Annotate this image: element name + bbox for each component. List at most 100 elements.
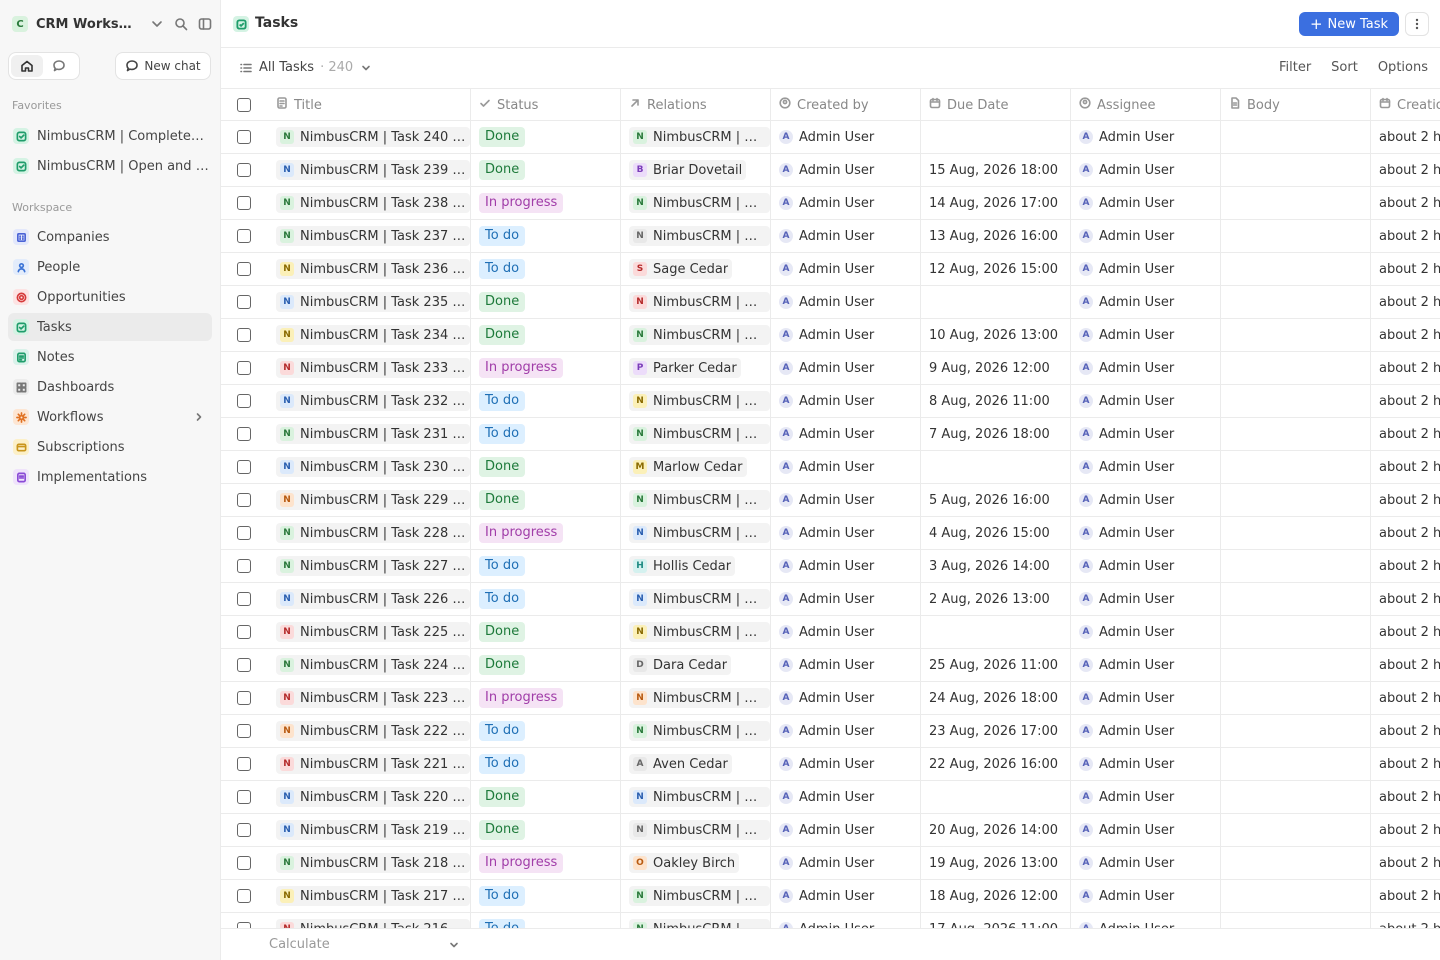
relation-chip[interactable]: O Oakley Birch [629,853,740,873]
due-date-cell[interactable]: 2 Aug, 2026 13:00 [921,583,1071,615]
body-cell[interactable] [1221,253,1371,285]
assignee-cell[interactable]: A Admin User [1071,253,1221,285]
view-selector[interactable]: All Tasks · 240 [239,60,373,75]
table-row[interactable]: N NimbusCRM | Task 224 | C... Done D Dara Ce… [221,649,1440,682]
assignee-cell[interactable]: A Admin User [1071,451,1221,483]
creation-cell[interactable]: about 2 hours ago [1371,616,1440,648]
task-chip[interactable]: N NimbusCRM | Task 238 | C... [276,193,470,213]
due-date-cell[interactable]: 25 Aug, 2026 11:00 [921,649,1071,681]
row-checkbox-cell[interactable] [221,913,268,928]
sidebar-item-subscriptions[interactable]: Subscriptions [8,433,212,461]
title-cell[interactable]: N NimbusCRM | Task 235 | Sc... [268,286,471,318]
due-date-cell[interactable]: 18 Aug, 2026 12:00 [921,880,1071,912]
due-date-cell[interactable]: 19 Aug, 2026 13:00 [921,847,1071,879]
relations-cell[interactable]: N NimbusCRM | Op... [621,781,771,813]
body-cell[interactable] [1221,682,1371,714]
relation-chip[interactable]: S Sage Cedar [629,259,733,279]
relations-cell[interactable]: O Oakley Birch [621,847,771,879]
row-checkbox[interactable] [237,229,251,243]
row-checkbox-cell[interactable] [221,451,268,483]
table-row[interactable]: NNimbusCRM | Task 216 | Val... To do NNimb… [221,913,1440,928]
relations-cell[interactable]: N NimbusCRM | Co... [621,517,771,549]
row-checkbox[interactable] [237,823,251,837]
assignee-cell[interactable]: A Admin User [1071,616,1221,648]
status-cell[interactable]: To do [471,913,621,928]
due-date-cell[interactable]: 5 Aug, 2026 16:00 [921,484,1071,516]
due-date-cell[interactable]: 12 Aug, 2026 15:00 [921,253,1071,285]
row-checkbox-cell[interactable] [221,682,268,714]
creation-cell[interactable]: about 2 hours ago [1371,319,1440,351]
created-by-cell[interactable]: A Admin User [771,484,921,516]
due-date-cell[interactable]: 8 Aug, 2026 11:00 [921,385,1071,417]
relation-chip[interactable]: N NimbusCRM | Co... [629,424,770,444]
task-chip[interactable]: N NimbusCRM | Task 227 | Dr... [276,556,470,576]
body-cell[interactable] [1221,781,1371,813]
status-cell[interactable]: Done [471,649,621,681]
column-header-body[interactable]: Body [1221,89,1371,121]
due-date-cell[interactable] [921,781,1071,813]
task-chip[interactable]: N NimbusCRM | Task 226 | Va... [276,589,470,609]
created-by-cell[interactable]: A Admin User [771,814,921,846]
body-cell[interactable] [1221,847,1371,879]
assignee-cell[interactable]: A Admin User [1071,385,1221,417]
creation-cell[interactable]: about 2 hours ago [1371,286,1440,318]
assignee-cell[interactable]: A Admin User [1071,880,1221,912]
workspace-switcher[interactable]: C CRM Workspace [12,13,212,35]
task-chip[interactable]: N NimbusCRM | Task 218 | Co... [276,853,470,873]
sidebar-item-implementations[interactable]: Implementations [8,463,212,491]
row-checkbox[interactable] [237,361,251,375]
status-cell[interactable]: Done [471,616,621,648]
table-row[interactable]: N NimbusCRM | Task 236 | Va... To do S Sage … [221,253,1440,286]
status-cell[interactable]: In progress [471,352,621,384]
relations-cell[interactable]: N NimbusCRM | Op... [621,880,771,912]
column-header-due-date[interactable]: Due Date [921,89,1071,121]
creation-cell[interactable]: about 2 hours ago [1371,913,1440,929]
table-row[interactable]: N NimbusCRM | Task 229 | U... Done N NimbusC… [221,484,1440,517]
relations-cell[interactable]: H Hollis Cedar [621,550,771,582]
row-checkbox[interactable] [237,262,251,276]
creation-cell[interactable]: about 2 hours ago [1371,121,1440,153]
relations-cell[interactable]: A Aven Cedar [621,748,771,780]
relation-chip[interactable]: N NimbusCRM | Co... [629,226,770,246]
created-by-cell[interactable]: A Admin User [771,550,921,582]
task-chip[interactable]: N NimbusCRM | Task 239 | U... [276,160,470,180]
status-cell[interactable]: Done [471,286,621,318]
title-cell[interactable]: N NimbusCRM | Task 218 | Co... [268,847,471,879]
title-cell[interactable]: N NimbusCRM | Task 217 | Dr... [268,880,471,912]
row-checkbox[interactable] [237,724,251,738]
row-checkbox-cell[interactable] [221,121,268,153]
relations-cell[interactable]: D Dara Cedar [621,649,771,681]
creation-cell[interactable]: about 2 hours ago [1371,220,1440,252]
assignee-cell[interactable]: A Admin User [1071,517,1221,549]
sidebar-item-notes[interactable]: Notes [8,343,212,371]
table-row[interactable]: N NimbusCRM | Task 226 | Va... To do N Nimbu… [221,583,1440,616]
due-date-cell[interactable]: 7 Aug, 2026 18:00 [921,418,1071,450]
due-date-cell[interactable]: 10 Aug, 2026 13:00 [921,319,1071,351]
relations-cell[interactable]: N NimbusCRM | Co... [621,616,771,648]
created-by-cell[interactable]: A Admin User [771,583,921,615]
status-cell[interactable]: To do [471,385,621,417]
assignee-cell[interactable]: A Admin User [1071,319,1221,351]
relation-chip[interactable]: N NimbusCRM | Op... [629,193,770,213]
table-row[interactable]: N NimbusCRM | Task 234 | C... Done N NimbusC… [221,319,1440,352]
new-task-button[interactable]: + New Task [1299,12,1399,36]
creation-cell[interactable]: about 2 hours ago [1371,649,1440,681]
sidebar-toggle-icon[interactable] [198,17,212,31]
status-cell[interactable]: Done [471,484,621,516]
creation-cell[interactable]: about 2 hours ago [1371,253,1440,285]
created-by-cell[interactable]: A Admin User [771,451,921,483]
status-cell[interactable]: To do [471,418,621,450]
due-date-cell[interactable]: 22 Aug, 2026 16:00 [921,748,1071,780]
table-row[interactable]: N NimbusCRM | Task 238 | C... In progress N… [221,187,1440,220]
due-date-cell[interactable]: 24 Aug, 2026 18:00 [921,682,1071,714]
relations-cell[interactable]: N NimbusCRM | Op... [621,583,771,615]
body-cell[interactable] [1221,517,1371,549]
row-checkbox[interactable] [237,460,251,474]
created-by-cell[interactable]: A Admin User [771,517,921,549]
sidebar-item-workflows[interactable]: Workflows [8,403,212,431]
row-checkbox[interactable] [237,757,251,771]
status-cell[interactable]: Done [471,451,621,483]
row-checkbox[interactable] [237,493,251,507]
task-chip[interactable]: N NimbusCRM | Task 230 | Sh... [276,457,470,477]
creation-cell[interactable]: about 2 hours ago [1371,187,1440,219]
